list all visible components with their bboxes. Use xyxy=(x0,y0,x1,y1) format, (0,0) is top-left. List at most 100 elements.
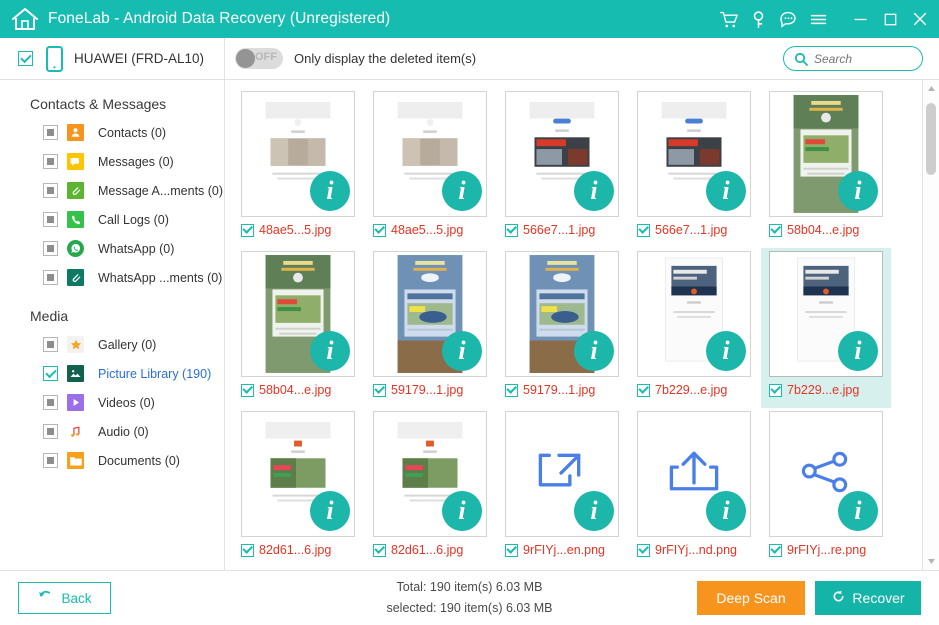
grid-item[interactable]: i 566e7...1.jpg xyxy=(629,88,759,248)
info-icon[interactable]: i xyxy=(310,171,350,211)
contacts-checkbox[interactable] xyxy=(43,125,58,140)
sidebar-item-whatsapp-attachments[interactable]: WhatsApp ...ments (0) xyxy=(0,263,224,292)
thumbnail[interactable]: i xyxy=(769,91,883,217)
minimize-icon[interactable] xyxy=(845,4,875,34)
item-checkbox[interactable] xyxy=(769,224,782,237)
item-checkbox[interactable] xyxy=(505,384,518,397)
message-attachments-checkbox[interactable] xyxy=(43,183,58,198)
item-checkbox[interactable] xyxy=(373,384,386,397)
info-icon[interactable]: i xyxy=(442,491,482,531)
device-checkbox[interactable] xyxy=(18,51,33,66)
picture-library-checkbox[interactable] xyxy=(43,366,58,381)
grid-item[interactable]: i 48ae5...5.jpg xyxy=(365,88,495,248)
sidebar-item-picture-library[interactable]: Picture Library (190) xyxy=(0,359,224,388)
grid-item[interactable]: i 9rFIYj...en.png xyxy=(497,408,627,568)
item-checkbox[interactable] xyxy=(637,384,650,397)
scrollbar-thumb[interactable] xyxy=(926,103,936,175)
sidebar-item-documents[interactable]: Documents (0) xyxy=(0,446,224,475)
grid-item[interactable]: i 9rFIYj...nd.png xyxy=(629,408,759,568)
sidebar-item-videos[interactable]: Videos (0) xyxy=(0,388,224,417)
vertical-scrollbar[interactable] xyxy=(922,80,939,570)
documents-checkbox[interactable] xyxy=(43,453,58,468)
sidebar-item-gallery[interactable]: Gallery (0) xyxy=(0,330,224,359)
item-checkbox[interactable] xyxy=(505,224,518,237)
item-checkbox[interactable] xyxy=(241,224,254,237)
info-icon[interactable]: i xyxy=(310,491,350,531)
thumbnail[interactable]: i xyxy=(637,91,751,217)
home-icon[interactable] xyxy=(10,6,40,32)
item-checkbox[interactable] xyxy=(505,544,518,557)
scroll-down-arrow-icon[interactable] xyxy=(925,555,938,568)
key-icon[interactable] xyxy=(743,4,773,34)
recover-button[interactable]: Recover xyxy=(815,581,921,615)
sidebar-item-audio[interactable]: Audio (0) xyxy=(0,417,224,446)
thumbnail[interactable]: i xyxy=(505,411,619,537)
item-checkbox[interactable] xyxy=(769,544,782,557)
info-icon[interactable]: i xyxy=(574,331,614,371)
item-checkbox[interactable] xyxy=(241,544,254,557)
thumbnail[interactable]: i xyxy=(373,91,487,217)
thumbnail[interactable]: i xyxy=(505,251,619,377)
info-icon[interactable]: i xyxy=(706,331,746,371)
info-icon[interactable]: i xyxy=(310,331,350,371)
info-icon[interactable]: i xyxy=(838,171,878,211)
item-checkbox[interactable] xyxy=(373,544,386,557)
maximize-icon[interactable] xyxy=(875,4,905,34)
thumbnail[interactable]: i xyxy=(637,251,751,377)
info-icon[interactable]: i xyxy=(838,491,878,531)
search-input[interactable] xyxy=(814,52,912,66)
info-icon[interactable]: i xyxy=(442,331,482,371)
grid-item[interactable]: i 82d61...6.jpg xyxy=(365,408,495,568)
thumbnail[interactable]: i xyxy=(505,91,619,217)
thumbnail[interactable]: i xyxy=(373,251,487,377)
deep-scan-button[interactable]: Deep Scan xyxy=(697,581,805,615)
sidebar-item-message-attachments[interactable]: Message A...ments (0) xyxy=(0,176,224,205)
sidebar-item-messages[interactable]: Messages (0) xyxy=(0,147,224,176)
item-checkbox[interactable] xyxy=(637,544,650,557)
search-box[interactable] xyxy=(783,46,923,71)
deleted-items-toggle[interactable]: OFF xyxy=(235,48,283,69)
videos-checkbox[interactable] xyxy=(43,395,58,410)
thumbnail[interactable]: i xyxy=(769,411,883,537)
whatsapp-checkbox[interactable] xyxy=(43,241,58,256)
thumbnail[interactable]: i xyxy=(241,411,355,537)
messages-checkbox[interactable] xyxy=(43,154,58,169)
item-checkbox[interactable] xyxy=(241,384,254,397)
item-checkbox[interactable] xyxy=(637,224,650,237)
item-checkbox[interactable] xyxy=(373,224,386,237)
info-icon[interactable]: i xyxy=(574,491,614,531)
thumbnail[interactable]: i xyxy=(241,251,355,377)
grid-item[interactable]: i 82d61...6.jpg xyxy=(233,408,363,568)
menu-icon[interactable] xyxy=(803,4,833,34)
grid-item[interactable]: i 9rFIYj...re.png xyxy=(761,408,891,568)
cart-icon[interactable] xyxy=(713,4,743,34)
info-icon[interactable]: i xyxy=(574,171,614,211)
info-icon[interactable]: i xyxy=(706,171,746,211)
sidebar-item-whatsapp[interactable]: WhatsApp (0) xyxy=(0,234,224,263)
close-icon[interactable] xyxy=(905,4,935,34)
gallery-checkbox[interactable] xyxy=(43,337,58,352)
thumbnail[interactable]: i xyxy=(769,251,883,377)
item-checkbox[interactable] xyxy=(769,384,782,397)
sidebar-item-call-logs[interactable]: Call Logs (0) xyxy=(0,205,224,234)
grid-item[interactable]: i 48ae5...5.jpg xyxy=(233,88,363,248)
thumbnail[interactable]: i xyxy=(373,411,487,537)
grid-item[interactable]: i 7b229...e.jpg xyxy=(629,248,759,408)
audio-checkbox[interactable] xyxy=(43,424,58,439)
grid-item[interactable]: i 566e7...1.jpg xyxy=(497,88,627,248)
grid-item[interactable]: i 58b04...e.jpg xyxy=(761,88,891,248)
thumbnail[interactable]: i xyxy=(241,91,355,217)
sidebar-item-contacts[interactable]: Contacts (0) xyxy=(0,118,224,147)
info-icon[interactable]: i xyxy=(838,331,878,371)
thumbnail[interactable]: i xyxy=(637,411,751,537)
grid-item[interactable]: i 59179...1.jpg xyxy=(365,248,495,408)
chat-icon[interactable] xyxy=(773,4,803,34)
call-logs-checkbox[interactable] xyxy=(43,212,58,227)
grid-item-selected[interactable]: i 7b229...e.jpg xyxy=(761,248,891,408)
grid-item[interactable]: i 59179...1.jpg xyxy=(497,248,627,408)
scrollbar-track[interactable] xyxy=(923,95,939,555)
scroll-up-arrow-icon[interactable] xyxy=(925,82,938,95)
back-button[interactable]: Back xyxy=(18,582,111,614)
whatsapp-attachments-checkbox[interactable] xyxy=(43,270,58,285)
info-icon[interactable]: i xyxy=(706,491,746,531)
